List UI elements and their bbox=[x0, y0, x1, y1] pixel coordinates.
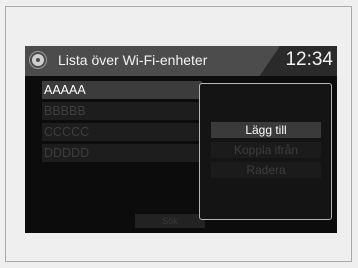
header-bar: Lista över Wi-Fi-enheter 12:34 bbox=[25, 46, 337, 76]
gear-icon[interactable] bbox=[32, 54, 44, 66]
list-item-bbbbb[interactable]: BBBBB bbox=[42, 102, 202, 120]
list-item-ccccc[interactable]: CCCCC bbox=[42, 123, 202, 141]
options-menu: Lägg till Koppla ifrån Radera bbox=[211, 122, 321, 182]
page-title: Lista över Wi-Fi-enheter bbox=[58, 52, 208, 68]
wifi-device-list: AAAAA BBBBB CCCCC DDDDD bbox=[42, 81, 202, 165]
add-device-button[interactable]: Lägg till bbox=[211, 122, 321, 138]
search-tab[interactable]: Sök bbox=[135, 214, 205, 228]
options-popup: Lägg till Koppla ifrån Radera bbox=[199, 83, 332, 220]
list-item-aaaaa[interactable]: AAAAA bbox=[42, 81, 202, 99]
disconnect-button[interactable]: Koppla ifrån bbox=[211, 142, 321, 158]
display-screen: Lista över Wi-Fi-enheter 12:34 AAAAA BBB… bbox=[25, 46, 337, 233]
delete-button[interactable]: Radera bbox=[211, 162, 321, 178]
clock: 12:34 bbox=[285, 49, 333, 70]
list-item-ddddd[interactable]: DDDDD bbox=[42, 144, 202, 162]
